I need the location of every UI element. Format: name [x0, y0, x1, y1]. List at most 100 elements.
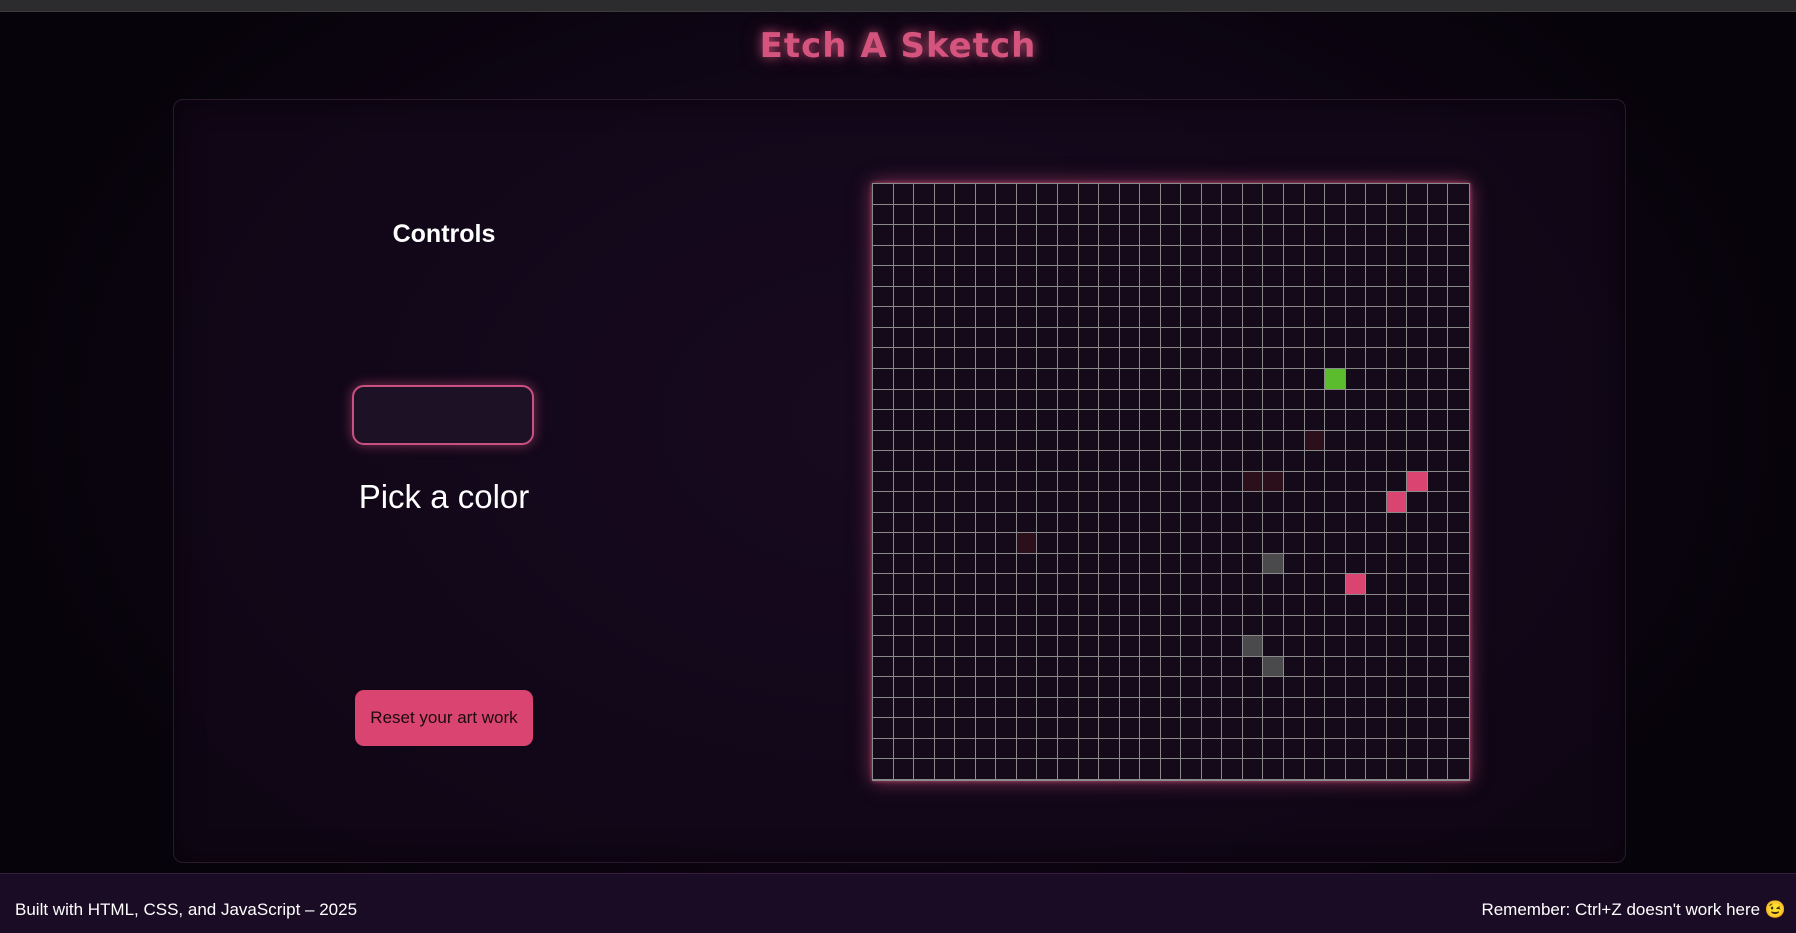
- grid-cell[interactable]: [914, 533, 935, 554]
- grid-cell[interactable]: [1366, 410, 1387, 431]
- grid-cell[interactable]: [1140, 697, 1161, 719]
- grid-cell[interactable]: [1201, 225, 1223, 246]
- grid-cell[interactable]: [934, 697, 956, 719]
- grid-cell[interactable]: [1448, 369, 1469, 390]
- grid-cell[interactable]: [1201, 595, 1223, 616]
- grid-cell[interactable]: [1407, 636, 1428, 657]
- grid-cell[interactable]: [996, 636, 1017, 657]
- grid-cell[interactable]: [1078, 759, 1100, 780]
- grid-cell[interactable]: [1242, 204, 1264, 226]
- grid-cell[interactable]: [1119, 307, 1141, 328]
- grid-cell[interactable]: [934, 553, 956, 575]
- grid-cell[interactable]: [1304, 595, 1326, 616]
- grid-cell[interactable]: [1078, 677, 1100, 698]
- grid-cell[interactable]: [1263, 389, 1285, 411]
- grid-cell[interactable]: [996, 389, 1017, 411]
- grid-cell[interactable]: [1407, 451, 1428, 472]
- grid-cell[interactable]: [1263, 245, 1285, 267]
- grid-cell[interactable]: [1016, 574, 1038, 596]
- grid-cell[interactable]: [1140, 286, 1161, 308]
- grid-cell[interactable]: [1304, 533, 1326, 554]
- grid-cell[interactable]: [1078, 595, 1100, 616]
- grid-cell[interactable]: [1181, 677, 1202, 698]
- grid-cell[interactable]: [873, 225, 894, 246]
- grid-cell[interactable]: [1160, 595, 1182, 616]
- grid-cell[interactable]: [1016, 595, 1038, 616]
- grid-cell[interactable]: [914, 471, 935, 493]
- grid-cell[interactable]: [1078, 451, 1100, 472]
- grid-cell[interactable]: [1057, 759, 1079, 780]
- grid-cell[interactable]: [873, 266, 894, 287]
- grid-cell[interactable]: [1222, 636, 1243, 657]
- grid-cell[interactable]: [1325, 327, 1346, 349]
- grid-cell[interactable]: [1407, 656, 1428, 678]
- grid-cell[interactable]: [1304, 307, 1326, 328]
- grid-cell[interactable]: [1119, 286, 1141, 308]
- grid-cell[interactable]: [1304, 451, 1326, 472]
- grid-cell[interactable]: [1119, 327, 1141, 349]
- grid-cell[interactable]: [1140, 451, 1161, 472]
- grid-cell[interactable]: [1407, 471, 1428, 493]
- grid-cell[interactable]: [893, 266, 915, 287]
- grid-cell[interactable]: [1427, 533, 1449, 554]
- grid-cell[interactable]: [1448, 595, 1469, 616]
- grid-cell[interactable]: [955, 759, 976, 780]
- grid-cell[interactable]: [1037, 759, 1058, 780]
- grid-cell[interactable]: [1016, 368, 1038, 390]
- grid-cell[interactable]: [1345, 389, 1367, 411]
- grid-cell[interactable]: [914, 697, 935, 719]
- grid-cell[interactable]: [1078, 492, 1100, 513]
- grid-cell[interactable]: [1140, 471, 1161, 493]
- grid-cell[interactable]: [1160, 615, 1182, 637]
- grid-cell[interactable]: [1201, 430, 1223, 452]
- grid-cell[interactable]: [1366, 595, 1387, 616]
- grid-cell[interactable]: [934, 533, 956, 554]
- grid-cell[interactable]: [1263, 553, 1285, 575]
- grid-cell[interactable]: [873, 348, 894, 369]
- grid-cell[interactable]: [955, 451, 976, 472]
- grid-cell[interactable]: [1304, 184, 1326, 205]
- grid-cell[interactable]: [1448, 636, 1469, 657]
- grid-cell[interactable]: [1284, 553, 1305, 575]
- grid-cell[interactable]: [914, 286, 935, 308]
- grid-cell[interactable]: [1037, 697, 1058, 719]
- grid-cell[interactable]: [1037, 656, 1058, 678]
- grid-cell[interactable]: [1325, 184, 1346, 205]
- grid-cell[interactable]: [1448, 184, 1469, 205]
- grid-cell[interactable]: [1366, 759, 1387, 780]
- grid-cell[interactable]: [1016, 204, 1038, 226]
- grid-cell[interactable]: [996, 574, 1017, 596]
- grid-cell[interactable]: [1263, 656, 1285, 678]
- grid-cell[interactable]: [1407, 533, 1428, 554]
- grid-cell[interactable]: [955, 184, 976, 205]
- grid-cell[interactable]: [1304, 410, 1326, 431]
- grid-cell[interactable]: [1345, 718, 1367, 739]
- grid-cell[interactable]: [1366, 368, 1387, 390]
- grid-cell[interactable]: [1078, 430, 1100, 452]
- grid-cell[interactable]: [1078, 307, 1100, 328]
- grid-cell[interactable]: [1427, 307, 1449, 328]
- grid-cell[interactable]: [996, 307, 1017, 328]
- grid-cell[interactable]: [1201, 697, 1223, 719]
- grid-cell[interactable]: [934, 471, 956, 493]
- grid-cell[interactable]: [934, 492, 956, 513]
- grid-cell[interactable]: [1263, 512, 1285, 534]
- grid-cell[interactable]: [1407, 327, 1428, 349]
- grid-cell[interactable]: [1448, 698, 1469, 719]
- grid-cell[interactable]: [996, 451, 1017, 472]
- grid-cell[interactable]: [1427, 738, 1449, 760]
- grid-cell[interactable]: [1242, 512, 1264, 534]
- grid-cell[interactable]: [1222, 677, 1243, 698]
- grid-cell[interactable]: [1345, 492, 1367, 513]
- grid-cell[interactable]: [1284, 512, 1305, 534]
- grid-cell[interactable]: [1366, 348, 1387, 369]
- grid-cell[interactable]: [1037, 677, 1058, 698]
- grid-cell[interactable]: [1325, 636, 1346, 657]
- grid-cell[interactable]: [1016, 656, 1038, 678]
- grid-cell[interactable]: [893, 492, 915, 513]
- grid-cell[interactable]: [1448, 574, 1469, 596]
- grid-cell[interactable]: [1037, 615, 1058, 637]
- grid-cell[interactable]: [1263, 636, 1285, 657]
- grid-cell[interactable]: [893, 389, 915, 411]
- grid-cell[interactable]: [1427, 225, 1449, 246]
